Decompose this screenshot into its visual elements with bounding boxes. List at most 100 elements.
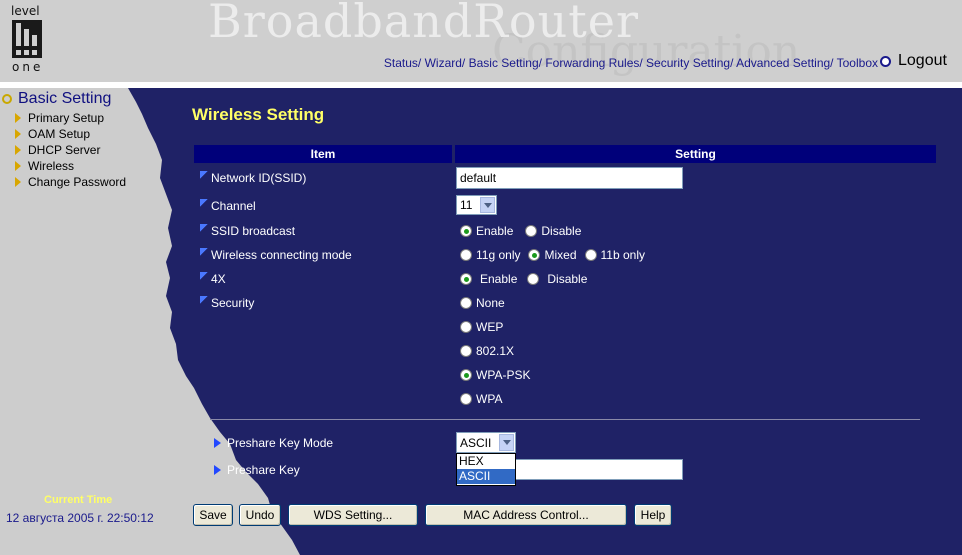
column-header-setting: Setting [455, 145, 936, 163]
radio-icon[interactable] [460, 345, 472, 357]
arrow-icon [15, 161, 21, 171]
row-marker-icon [200, 296, 208, 304]
option-label: Disable [547, 272, 588, 286]
option-label: Enable [480, 272, 518, 286]
sidebar-title-label: Basic Setting [18, 90, 112, 107]
radio-icon[interactable] [525, 225, 538, 237]
security-wep-option[interactable]: WEP [460, 320, 503, 334]
nav-basic-setting[interactable]: Basic Setting/ [469, 56, 542, 70]
arrow-icon [15, 113, 21, 123]
option-label: 11g only [476, 248, 521, 262]
ssid-broadcast-options: Enable Disable [460, 224, 593, 238]
mode-11g-option[interactable]: 11g only [460, 248, 520, 262]
levelone-logo: level one [10, 4, 58, 76]
chevron-down-icon[interactable] [499, 434, 514, 451]
ssid-broadcast-disable-option[interactable]: Disable [525, 224, 581, 238]
sidebar-item-dhcp-server[interactable]: DHCP Server [15, 142, 190, 158]
nav-toolbox[interactable]: Toolbox [837, 56, 878, 70]
chevron-down-icon[interactable] [480, 197, 495, 213]
sidebar-title[interactable]: Basic Setting [0, 90, 190, 108]
mac-address-control-button[interactable]: MAC Address Control... [425, 504, 627, 526]
security-none-option[interactable]: None [460, 296, 505, 310]
preshare-key-label: Preshare Key [227, 463, 300, 477]
undo-button[interactable]: Undo [239, 504, 281, 526]
arrow-icon [15, 177, 21, 187]
sidebar-item-oam-setup[interactable]: OAM Setup [15, 126, 190, 142]
help-button[interactable]: Help [634, 504, 672, 526]
preshare-mode-dropdown-list: HEX ASCII [456, 453, 516, 486]
save-button[interactable]: Save [193, 504, 233, 526]
nav-forwarding-rules[interactable]: Forwarding Rules/ [545, 56, 642, 70]
top-navigation: Status/ Wizard/ Basic Setting/ Forwardin… [384, 56, 878, 70]
mode-options: 11g only Mixed 11b only [460, 248, 657, 262]
ssid-row-label: Network ID(SSID) [200, 171, 306, 185]
option-label: Enable [476, 224, 514, 238]
option-label: WEP [476, 320, 504, 334]
preshare-mode-value: ASCII [460, 435, 492, 450]
option-label: 11b only [600, 248, 645, 262]
fourx-enable-option[interactable]: Enable [460, 272, 517, 286]
security-label: Security [211, 296, 255, 310]
radio-icon[interactable] [527, 273, 540, 285]
section-divider [210, 419, 920, 420]
channel-label: Channel [211, 199, 256, 213]
radio-icon[interactable] [460, 249, 472, 261]
row-marker-icon [200, 272, 208, 280]
security-wpa-psk-option[interactable]: WPA-PSK [460, 368, 530, 382]
sidebar: Basic Setting Primary Setup OAM Setup DH… [0, 90, 190, 190]
arrow-icon [15, 129, 21, 139]
row-marker-icon [200, 224, 208, 232]
nav-wizard[interactable]: Wizard/ [425, 56, 466, 70]
radio-icon[interactable] [460, 273, 472, 285]
channel-value: 11 [460, 198, 473, 212]
column-header-item: Item [194, 145, 452, 163]
ssid-broadcast-row-label: SSID broadcast [200, 224, 295, 238]
mode-11b-option[interactable]: 11b only [584, 248, 645, 262]
radio-icon[interactable] [528, 249, 541, 261]
ssid-input[interactable]: default [456, 167, 683, 189]
dropdown-option-ascii[interactable]: ASCII [457, 469, 515, 484]
wds-setting-button[interactable]: WDS Setting... [288, 504, 418, 526]
logo-text-level: level [11, 4, 40, 18]
preshare-mode-label: Preshare Key Mode [227, 436, 334, 450]
header-bar: level one Configuration BroadbandRouter … [0, 0, 962, 82]
sidebar-item-change-password[interactable]: Change Password [15, 174, 190, 190]
radio-icon[interactable] [460, 393, 472, 405]
mode-mixed-option[interactable]: Mixed [528, 248, 577, 262]
nav-status[interactable]: Status/ [384, 56, 421, 70]
ssid-broadcast-enable-option[interactable]: Enable [460, 224, 513, 238]
nav-advanced-setting[interactable]: Advanced Setting/ [736, 56, 833, 70]
arrow-icon [15, 145, 21, 155]
radio-icon[interactable] [584, 249, 597, 261]
sidebar-item-label: Change Password [28, 175, 127, 189]
radio-icon[interactable] [460, 369, 472, 381]
security-wpa-option[interactable]: WPA [460, 392, 502, 406]
logout-link[interactable]: Logout [880, 52, 947, 70]
sidebar-item-wireless[interactable]: Wireless [15, 158, 190, 174]
option-label: WPA-PSK [476, 368, 531, 382]
row-marker-icon [200, 171, 208, 179]
radio-icon[interactable] [460, 321, 472, 333]
sidebar-item-label: Primary Setup [28, 111, 105, 125]
security-8021x-option[interactable]: 802.1X [460, 344, 514, 358]
security-row-label: Security [200, 296, 254, 310]
fourx-disable-option[interactable]: Disable [527, 272, 587, 286]
row-marker-icon [200, 248, 208, 256]
arrow-icon [214, 438, 221, 448]
logo-tower-icon [12, 20, 42, 58]
page-title: Wireless Setting [192, 105, 325, 124]
sidebar-item-primary-setup[interactable]: Primary Setup [15, 110, 190, 126]
logo-text-one: one [12, 60, 44, 74]
preshare-mode-row-label: Preshare Key Mode [214, 436, 333, 450]
sidebar-item-label: OAM Setup [28, 127, 91, 141]
radio-icon[interactable] [460, 297, 472, 309]
preshare-mode-select[interactable]: ASCII [456, 432, 516, 453]
nav-security-setting[interactable]: Security Setting/ [646, 56, 733, 70]
radio-icon[interactable] [460, 225, 472, 237]
mode-label: Wireless connecting mode [211, 248, 352, 262]
option-label: 802.1X [476, 344, 515, 358]
dropdown-option-hex[interactable]: HEX [457, 454, 515, 469]
sidebar-item-label: Wireless [28, 159, 75, 173]
channel-select[interactable]: 11 [456, 195, 497, 215]
mode-row-label: Wireless connecting mode [200, 248, 352, 262]
